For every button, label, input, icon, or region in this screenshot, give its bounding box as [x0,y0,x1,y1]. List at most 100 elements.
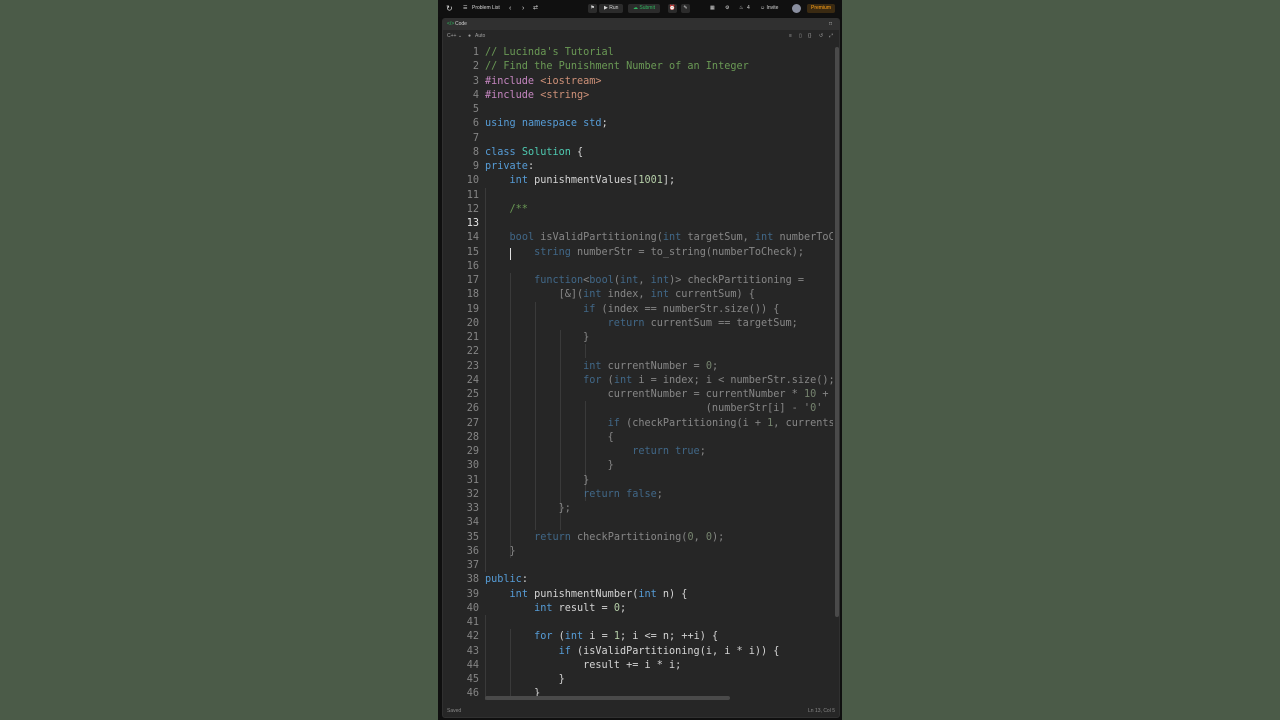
code-line[interactable]: /** [485,203,528,217]
timer-icon[interactable]: ⏰ [668,4,677,13]
prev-problem-icon[interactable]: ‹ [509,4,511,13]
code-line[interactable]: for (int i = index; i < numberStr.size()… [485,374,833,388]
code-editor[interactable]: 1 // Lucinda's Tutorial 2 // Find the Punis… [443,46,833,700]
code-line[interactable]: }; [485,502,571,516]
code-line[interactable]: } [485,331,589,345]
code-line[interactable]: class Solution { [485,146,583,160]
line-number: 35 [466,531,479,543]
code-line[interactable]: return checkPartitioning(0, 0); [485,531,724,545]
code-line[interactable]: private: [485,160,534,174]
code-line[interactable]: return true; [485,445,706,459]
play-icon: ▶ [604,5,608,11]
run-label: Run [609,5,619,11]
invite-button[interactable]: ☺ Invite [760,4,778,13]
code-line[interactable]: if (checkPartitioning(i + 1, currents [485,417,833,431]
code-line[interactable]: string numberStr = to_string(numberToChe… [485,246,804,260]
code-line[interactable]: } [485,459,614,473]
avatar[interactable] [792,4,801,13]
horizontal-scrollbar[interactable] [485,696,730,700]
code-line[interactable]: #include <iostream> [485,75,602,89]
braces-icon[interactable]: {} [808,33,811,39]
indent-guide [485,188,486,202]
language-select[interactable]: C++ ⌄ [447,33,462,39]
line-number: 39 [466,588,479,600]
cursor-position: Ln 13, Col 5 [808,708,835,714]
tab-code[interactable]: Code [455,21,467,27]
line-number: 33 [466,503,479,514]
problem-list-link[interactable]: Problem List [472,4,500,13]
line-number: 44 [466,659,479,671]
line-number: 22 [466,346,479,358]
code-line[interactable]: int punishmentValues[1001]; [485,174,676,188]
code-panel: </> Code □ C++ ⌄ ● Auto ≡ ▯ {} ↺ ⤢ 1 // … [442,18,840,718]
line-number: 19 [466,303,479,315]
line-number: 29 [466,446,479,457]
expand-icon[interactable]: ⤢ [829,33,833,39]
line-number: 42 [466,631,479,643]
code-line[interactable] [485,217,510,231]
line-number: 24 [466,374,479,386]
code-line[interactable]: function<bool(int, int)> checkPartitioni… [485,274,804,288]
code-line[interactable]: } [485,673,565,687]
lock-icon: ● [468,33,472,39]
code-line[interactable]: int currentNumber = 0; [485,360,718,374]
run-button[interactable]: ▶ Run [599,4,624,13]
line-number: 6 [472,118,479,130]
premium-button[interactable]: Premium [807,4,836,13]
code-line[interactable]: } [485,474,589,488]
code-line[interactable]: (numberStr[i] - '0' [485,402,823,416]
code-line[interactable]: if (index == numberStr.size()) { [485,303,779,317]
debug-icon[interactable]: ⚑ [588,4,597,13]
line-number: 1 [472,47,479,58]
code-line[interactable]: } [485,545,516,559]
mode-label[interactable]: Auto [475,33,485,39]
reset-icon[interactable]: ↺ [819,33,823,39]
line-number: 21 [466,332,479,343]
code-line[interactable]: // Lucinda's Tutorial [485,46,614,60]
line-number: 11 [466,189,479,201]
line-number: 16 [466,260,479,272]
language-label: C++ [447,33,457,39]
line-number: 31 [466,474,479,486]
code-line[interactable]: int punishmentNumber(int n) { [485,588,688,602]
line-number: 8 [472,146,479,158]
top-toolbar: ↻ ☰ Problem List ‹ › ⇄ ⚑ ▶ Run ☁ Submit … [438,0,842,17]
fire-icon[interactable]: ♨ [739,4,743,13]
panel-header: </> Code □ [443,19,839,30]
code-line[interactable]: public: [485,573,528,587]
code-line[interactable]: #include <string> [485,89,589,103]
code-line[interactable]: for (int i = 1; i <= n; ++i) { [485,630,718,644]
line-number: 20 [466,317,479,329]
code-line[interactable]: int result = 0; [485,602,626,616]
code-line[interactable]: if (isValidPartitioning(i, i * i)) { [485,645,780,659]
layout-icon[interactable]: ▦ [710,4,715,13]
code-line[interactable]: // Find the Punishment Number of an Inte… [485,60,749,74]
line-number: 37 [466,560,479,571]
code-line[interactable]: return false; [485,488,663,502]
line-number: 34 [466,517,479,529]
code-line[interactable]: using namespace std; [485,117,608,131]
submit-button[interactable]: ☁ Submit [628,4,660,13]
line-number: 7 [472,132,479,144]
code-line[interactable]: bool isValidPartitioning(int targetSum, … [485,231,833,245]
code-line[interactable]: currentNumber = currentNumber * 10 + [485,388,829,402]
format-icon[interactable]: ≡ [789,33,792,39]
line-number: 38 [466,574,479,586]
code-line[interactable]: [&](int index, int currentSum) { [485,288,755,302]
code-line[interactable]: { [485,431,614,445]
code-line[interactable]: return currentSum == targetSum; [485,317,798,331]
maximize-icon[interactable]: □ [829,21,832,27]
logo-icon[interactable]: ↻ [446,4,453,13]
line-number: 18 [466,289,479,301]
code-line[interactable]: result += i * i; [485,659,681,673]
line-number: 17 [466,275,479,286]
line-number: 45 [466,674,479,685]
line-number: 46 [466,688,479,700]
note-icon[interactable]: ✎ [681,4,690,13]
bookmark-icon[interactable]: ▯ [799,33,802,39]
shuffle-icon[interactable]: ⇄ [533,4,538,13]
next-problem-icon[interactable]: › [522,4,524,13]
app-window: ↻ ☰ Problem List ‹ › ⇄ ⚑ ▶ Run ☁ Submit … [438,0,842,720]
settings-icon[interactable]: ⚙ [725,4,729,13]
vertical-scrollbar[interactable] [835,47,839,617]
